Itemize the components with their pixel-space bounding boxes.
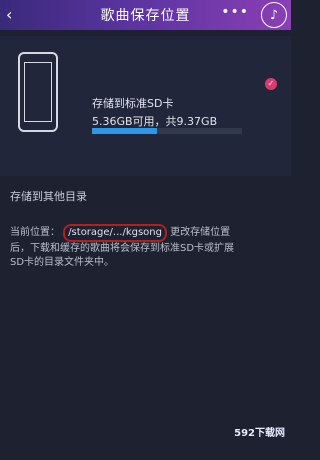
back-arrow-icon[interactable]: ‹ (6, 5, 22, 25)
other-directory-title[interactable]: 存储到其他目录 (10, 188, 87, 204)
location-description: 当前位置： /storage/.../kgsong 更改存储位置 后，下载和缓存… (10, 224, 280, 270)
usage-bar (92, 128, 242, 134)
music-icon[interactable]: ♪ (261, 2, 287, 28)
usage-bar-fill (92, 128, 157, 134)
location-description-line2: 后，下载和缓存的歌曲将会保存到标准SD卡或扩展 (10, 243, 235, 254)
change-location-link[interactable]: 更改存储位置 (170, 227, 230, 238)
page-title: 歌曲保存位置 (100, 8, 191, 24)
location-description-line3: SD卡的目录文件夹中。 (10, 257, 115, 268)
storage-usage: 5.36GB可用，共9.37GB (92, 115, 218, 128)
storage-title: 存储到标准SD卡 (92, 97, 174, 110)
more-menu-button[interactable]: ••• (221, 4, 249, 20)
top-bar: ‹ 歌曲保存位置 ••• ♪ (0, 0, 291, 30)
watermark: 592下载网 (234, 428, 285, 439)
selected-check-icon: ✓ (265, 78, 277, 90)
current-path: /storage/.../kgsong (63, 224, 167, 242)
phone-icon (18, 52, 58, 132)
current-location-prefix: 当前位置： (10, 227, 60, 238)
